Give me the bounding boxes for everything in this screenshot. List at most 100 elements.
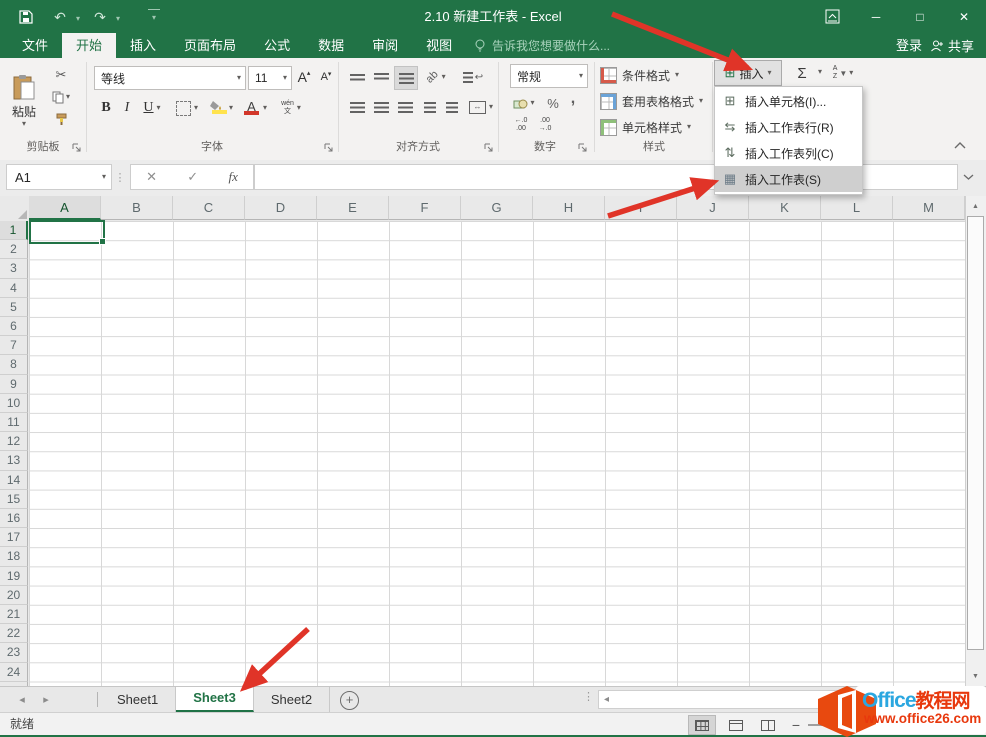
close-button[interactable]: ✕ [942,0,986,33]
row-header-9[interactable]: 9 [0,375,28,394]
decrease-decimal-button[interactable]: .00→.0 [534,116,556,134]
align-center-button[interactable] [370,96,392,118]
column-header-E[interactable]: E [317,196,389,220]
column-header-D[interactable]: D [245,196,317,220]
insert-function-button[interactable]: fx [228,169,237,185]
column-header-M[interactable]: M [893,196,965,220]
percent-style-button[interactable]: % [544,92,562,114]
sheet-tab-Sheet1[interactable]: Sheet1 [100,687,176,712]
tab-文件[interactable]: 文件 [8,33,62,58]
tab-开始[interactable]: 开始 [62,33,116,58]
comma-style-button[interactable]: , [566,88,580,110]
column-header-K[interactable]: K [749,196,821,220]
insert-cells-dropdown-button[interactable]: ⊞ 插入 ▾ [714,60,782,86]
increase-indent-button[interactable] [442,96,462,118]
menu-item-1[interactable]: 插入工作表行(R) [715,114,862,140]
autosum-caret[interactable]: ▾ [814,68,826,76]
align-bottom-button[interactable] [394,66,418,90]
grow-font-button[interactable]: A▴ [294,66,314,88]
enter-entry-button[interactable]: ✓ [187,169,198,185]
row-header-18[interactable]: 18 [0,547,28,566]
font-size-combo[interactable]: 11 ▾ [248,66,292,90]
menu-item-0[interactable]: 插入单元格(I)... [715,88,862,114]
column-header-H[interactable]: H [533,196,605,220]
tab-公式[interactable]: 公式 [250,33,304,58]
styles-button-0[interactable]: 条件格式▾ [600,62,712,88]
row-header-4[interactable]: 4 [0,279,28,298]
new-sheet-button[interactable]: + [340,691,359,710]
row-header-21[interactable]: 21 [0,605,28,624]
increase-decimal-button[interactable]: ←.0.00 [510,116,532,134]
row-header-8[interactable]: 8 [0,355,28,374]
bold-button[interactable]: B [96,96,116,120]
shrink-font-button[interactable]: A▾ [316,66,336,88]
normal-view-button[interactable] [688,715,716,735]
tab-视图[interactable]: 视图 [412,33,466,58]
column-header-J[interactable]: J [677,196,749,220]
ribbon-display-options-button[interactable] [810,0,854,33]
autosum-button[interactable]: Σ [790,62,814,84]
row-header-10[interactable]: 10 [0,394,28,413]
tab-数据[interactable]: 数据 [304,33,358,58]
column-header-F[interactable]: F [389,196,461,220]
fill-color-button[interactable]: ▾ [206,96,236,120]
row-header-5[interactable]: 5 [0,298,28,317]
sheet-tab-Sheet3[interactable]: Sheet3 [176,687,254,712]
row-header-22[interactable]: 22 [0,624,28,643]
row-header-19[interactable]: 19 [0,567,28,586]
font-color-button[interactable]: A ▾ [240,96,270,120]
orientation-button[interactable]: ab ▾ [420,66,452,88]
styles-button-2[interactable]: 单元格样式▾ [600,114,712,140]
fill-handle[interactable] [99,238,106,245]
collapse-ribbon-button[interactable] [950,138,970,152]
column-header-A[interactable]: A [29,196,101,220]
underline-button[interactable]: U ▾ [138,96,166,120]
tab-页面布局[interactable]: 页面布局 [170,33,250,58]
row-header-16[interactable]: 16 [0,509,28,528]
column-header-C[interactable]: C [173,196,245,220]
select-all-corner[interactable] [0,196,30,222]
column-header-I[interactable]: I [605,196,677,220]
row-header-2[interactable]: 2 [0,240,28,259]
row-header-1[interactable]: 1 [0,221,28,240]
name-box[interactable]: A1 ▾ [6,164,112,190]
prev-sheet-button[interactable]: ◂ [12,687,32,712]
tab-审阅[interactable]: 审阅 [358,33,412,58]
sort-filter-button[interactable]: AZ ▼ ▾ [828,62,858,84]
scroll-up-button[interactable]: ▲ [965,198,986,214]
copy-button[interactable]: ▾ [46,88,76,106]
scroll-down-button[interactable]: ▼ [965,668,986,684]
align-top-button[interactable] [346,66,368,88]
formula-bar-expand-button[interactable] [958,168,978,186]
styles-button-1[interactable]: 套用表格格式▾ [600,88,712,114]
borders-button[interactable]: ▾ [172,96,202,120]
cut-button[interactable]: ✂ [46,66,76,84]
font-dialog-launcher[interactable] [324,142,335,153]
zoom-out-button[interactable]: − [788,713,804,736]
page-break-view-button[interactable] [754,715,782,735]
row-header-14[interactable]: 14 [0,471,28,490]
decrease-indent-button[interactable] [420,96,440,118]
merge-center-button[interactable]: ↔ ▾ [466,96,496,118]
selected-cell-a1[interactable] [29,220,105,244]
cancel-entry-button[interactable]: ✕ [146,169,157,185]
format-painter-button[interactable] [46,110,76,128]
tell-me-box[interactable]: 告诉我您想要做什么... [474,33,610,58]
number-format-combo[interactable]: 常规 ▾ [510,64,588,88]
column-header-B[interactable]: B [101,196,173,220]
page-layout-view-button[interactable] [722,715,750,735]
paste-button[interactable]: 粘贴 ▾ [6,64,42,138]
wrap-text-button[interactable]: ↩ [458,66,488,88]
column-header-L[interactable]: L [821,196,893,220]
menu-item-3[interactable]: 插入工作表(S) [715,166,862,192]
share-button[interactable]: 共享 [924,33,980,58]
number-dialog-launcher[interactable] [578,142,589,153]
row-header-13[interactable]: 13 [0,451,28,470]
hscroll-splitter[interactable]: ⋮ [583,690,594,703]
align-middle-button[interactable] [370,66,392,88]
scroll-left-button[interactable]: ◂ [604,694,609,705]
name-box-splitter[interactable]: ⋮ [114,168,126,186]
accounting-format-button[interactable]: ▾ [510,92,538,114]
row-header-11[interactable]: 11 [0,413,28,432]
maximize-button[interactable]: □ [898,0,942,33]
